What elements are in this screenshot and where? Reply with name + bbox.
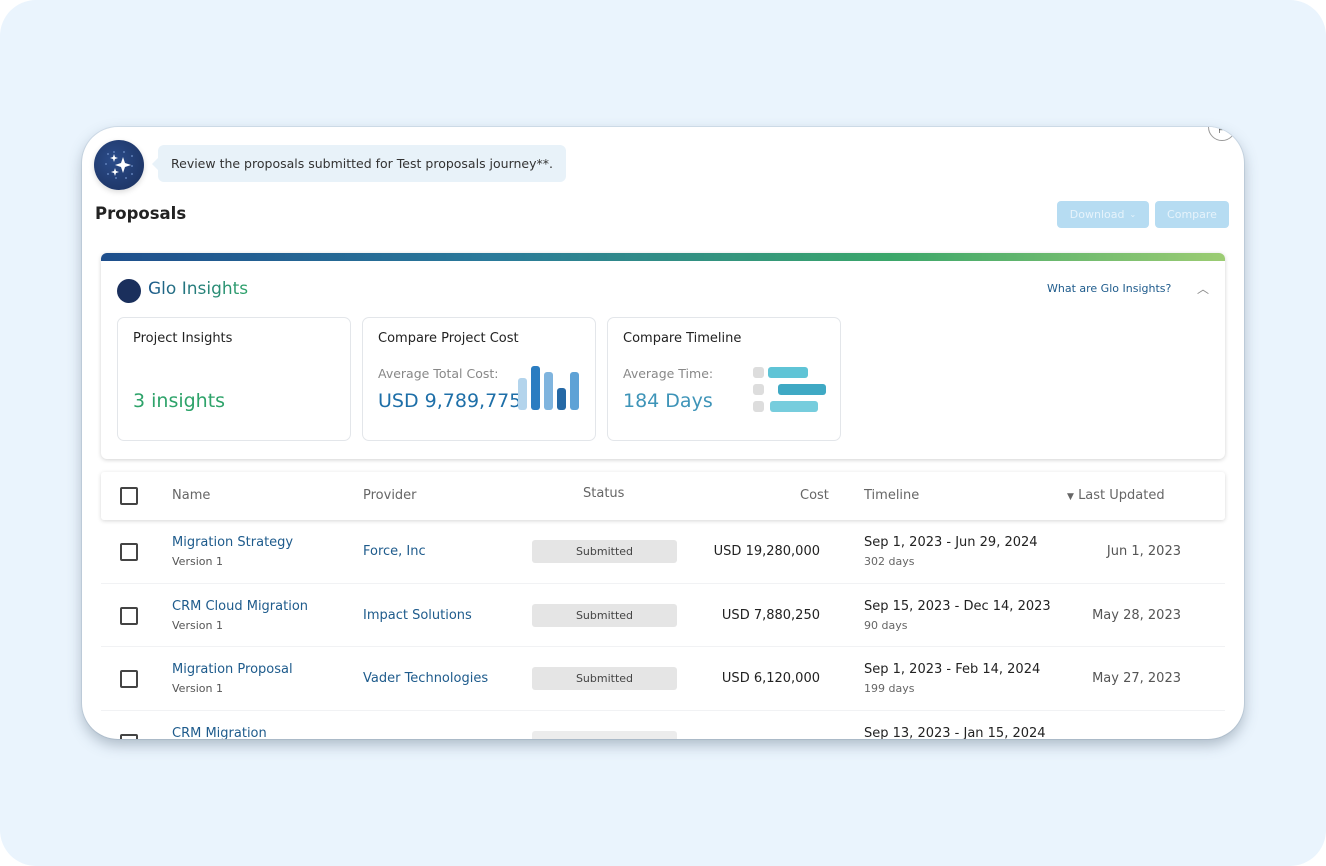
cost-value: USD 19,280,000 bbox=[713, 544, 820, 559]
col-name[interactable]: Name bbox=[172, 488, 210, 503]
gradient-bar bbox=[101, 253, 1225, 261]
cost-value: USD 7,880,250 bbox=[721, 607, 820, 623]
cursor-icon[interactable]: ⊢ bbox=[1208, 127, 1236, 141]
col-cost[interactable]: Cost bbox=[800, 488, 829, 503]
status-badge: Submitted bbox=[532, 540, 677, 563]
proposal-name-link[interactable]: Migration Proposal bbox=[172, 662, 293, 677]
table-row[interactable]: CRM Cloud Migration Version 1 Impact Sol… bbox=[101, 584, 1225, 647]
cost-value: USD 6,120,000 bbox=[721, 671, 820, 686]
row-checkbox[interactable] bbox=[120, 733, 138, 739]
average-time: 184 Days bbox=[623, 390, 713, 412]
status-badge bbox=[532, 730, 677, 739]
row-checkbox[interactable] bbox=[120, 543, 138, 561]
proposal-name-link[interactable]: CRM Migration bbox=[172, 726, 267, 740]
project-insights-card[interactable]: Project Insights 3 insights bbox=[117, 317, 351, 441]
card-title: Project Insights bbox=[133, 331, 233, 346]
proposal-version: Version 1 bbox=[172, 682, 223, 695]
timeline-days: 302 days bbox=[864, 555, 915, 568]
assistant-message: Review the proposals submitted for Test … bbox=[152, 145, 566, 182]
chevron-down-icon: ⌄ bbox=[1129, 210, 1137, 219]
proposals-panel: ⊢ Review the proposals submitted for Tes… bbox=[82, 127, 1244, 739]
col-timeline[interactable]: Timeline bbox=[864, 488, 919, 503]
timeline-range: Sep 15, 2023 - Dec 14, 2023 bbox=[864, 598, 1051, 614]
row-checkbox[interactable] bbox=[120, 670, 138, 688]
table-row[interactable]: Migration Proposal Version 1 Vader Techn… bbox=[101, 647, 1225, 711]
status-badge: Submitted bbox=[532, 603, 677, 627]
col-last-updated-label: Last Updated bbox=[1078, 488, 1165, 503]
bar-chart-icon bbox=[518, 366, 579, 410]
col-last-updated[interactable]: ▼ Last Updated bbox=[1067, 488, 1165, 503]
row-checkbox[interactable] bbox=[120, 606, 138, 625]
timeline-range: Sep 13, 2023 - Jan 15, 2024 bbox=[864, 725, 1046, 740]
provider-link[interactable]: Force, Inc bbox=[363, 544, 426, 559]
card-title: Compare Timeline bbox=[623, 331, 742, 346]
card-label: Average Total Cost: bbox=[378, 366, 499, 381]
what-are-insights-link[interactable]: What are Glo Insights? bbox=[1047, 282, 1171, 295]
table-row[interactable]: CRM Migration Sep 13, 2023 - Jan 15, 202… bbox=[101, 711, 1225, 740]
col-provider[interactable]: Provider bbox=[363, 488, 417, 503]
proposal-version: Version 1 bbox=[172, 618, 223, 632]
average-cost: USD 9,789,775 bbox=[378, 390, 522, 412]
provider-link[interactable]: Vader Technologies bbox=[363, 671, 488, 686]
last-updated: May 27, 2023 bbox=[1092, 671, 1181, 686]
table-header: Name Provider Status Cost Timeline ▼ Las… bbox=[101, 472, 1225, 520]
status-badge: Submitted bbox=[532, 667, 677, 690]
glo-logo-icon bbox=[117, 279, 141, 303]
card-label: Average Time: bbox=[623, 366, 714, 381]
col-status[interactable]: Status bbox=[583, 486, 624, 501]
proposals-table: Name Provider Status Cost Timeline ▼ Las… bbox=[101, 472, 1225, 739]
table-row[interactable]: Migration Strategy Version 1 Force, Inc … bbox=[101, 520, 1225, 584]
proposal-name-link[interactable]: Migration Strategy bbox=[172, 535, 293, 550]
glo-insights-panel: Glo Insights What are Glo Insights? ︿ Pr… bbox=[101, 253, 1225, 459]
last-updated: Jun 1, 2023 bbox=[1106, 544, 1181, 559]
download-button[interactable]: Download ⌄ bbox=[1057, 201, 1149, 228]
download-label: Download bbox=[1069, 208, 1125, 221]
insights-count: 3 insights bbox=[133, 390, 226, 412]
last-updated: May 28, 2023 bbox=[1092, 607, 1181, 623]
timeline-days: 199 days bbox=[864, 682, 915, 695]
provider-link[interactable]: Impact Solutions bbox=[363, 608, 472, 623]
compare-timeline-card[interactable]: Compare Timeline Average Time: 184 Days bbox=[607, 317, 841, 441]
proposal-name-link[interactable]: CRM Cloud Migration bbox=[172, 599, 308, 614]
compare-button[interactable]: Compare bbox=[1155, 201, 1229, 228]
chevron-up-icon[interactable]: ︿ bbox=[1197, 280, 1209, 297]
insights-title: Glo Insights bbox=[148, 279, 249, 299]
timeline-chart-icon bbox=[753, 367, 826, 412]
timeline-range: Sep 1, 2023 - Jun 29, 2024 bbox=[864, 535, 1038, 550]
timeline-range: Sep 1, 2023 - Feb 14, 2024 bbox=[864, 662, 1041, 677]
compare-cost-card[interactable]: Compare Project Cost Average Total Cost:… bbox=[362, 317, 596, 441]
timeline-days: 90 days bbox=[864, 618, 908, 632]
page-title: Proposals bbox=[95, 204, 187, 223]
assistant-avatar bbox=[94, 140, 144, 190]
card-title: Compare Project Cost bbox=[378, 331, 519, 346]
proposal-version: Version 1 bbox=[172, 555, 223, 568]
select-all-checkbox[interactable] bbox=[120, 487, 138, 505]
sort-desc-icon: ▼ bbox=[1067, 492, 1074, 502]
sparkle-icon bbox=[105, 151, 133, 179]
